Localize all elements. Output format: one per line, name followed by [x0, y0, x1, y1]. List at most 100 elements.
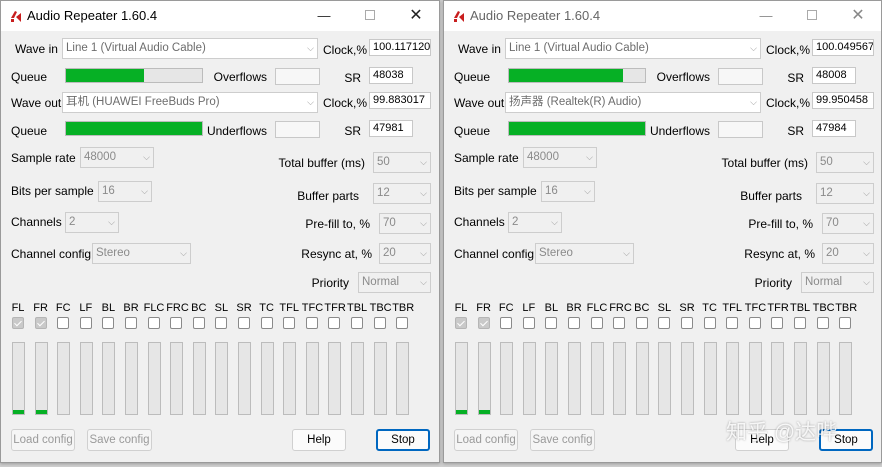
title-bar[interactable]: Audio Repeater 1.60.4 — ✕	[444, 1, 881, 31]
stop-button[interactable]: Stop	[376, 429, 430, 451]
channel-label-tc: TC	[702, 302, 717, 314]
channel-config-select[interactable]: Stereo ⌵	[92, 243, 191, 264]
channel-level-meter-fr	[34, 342, 48, 415]
sr-in-value: 48038	[369, 67, 413, 84]
channel-checkbox-fl[interactable]	[12, 317, 24, 329]
priority-label: Priority	[754, 276, 792, 290]
clock-in-value: 100.117120	[369, 39, 431, 56]
channels-label: Channels	[11, 215, 62, 229]
channel-checkbox-tbc[interactable]	[816, 317, 829, 329]
queue-in-meter	[508, 68, 646, 83]
channel-checkbox-lf[interactable]	[522, 317, 535, 329]
maximize-button[interactable]	[347, 1, 393, 31]
channel-checkbox-flc[interactable]	[147, 317, 160, 329]
channel-checkbox-sl[interactable]	[215, 317, 228, 329]
channels-select[interactable]: 2 ⌵	[65, 212, 119, 233]
prefill-select[interactable]: 70 ⌵	[822, 213, 874, 234]
sample-rate-select[interactable]: 48000 ⌵	[523, 147, 597, 168]
save-config-button[interactable]: Save config	[530, 429, 595, 451]
help-button[interactable]: Help	[292, 429, 346, 451]
channel-checkbox-sl[interactable]	[658, 317, 671, 329]
close-icon: ✕	[851, 7, 865, 24]
channel-level-meter-tfc	[305, 342, 319, 415]
channel-checkbox-tbl[interactable]	[794, 317, 806, 329]
overflows-value	[275, 68, 320, 85]
channel-checkbox-tbr[interactable]	[839, 317, 852, 329]
total-buffer-label: Total buffer (ms)	[278, 156, 365, 170]
wave-in-select[interactable]: Line 1 (Virtual Audio Cable) ⌵	[62, 38, 318, 59]
close-button[interactable]: ✕	[393, 1, 439, 31]
bits-per-sample-select[interactable]: 16 ⌵	[541, 181, 595, 202]
channel-checkbox-fr[interactable]	[477, 317, 490, 329]
minimize-button[interactable]: —	[301, 1, 347, 31]
queue-out-meter	[65, 121, 203, 136]
channel-config-select[interactable]: Stereo ⌵	[535, 243, 634, 264]
channel-checkbox-tfr[interactable]	[328, 317, 341, 329]
wave-out-select[interactable]: 扬声器 (Realtek(R) Audio) ⌵	[505, 92, 761, 113]
close-button[interactable]: ✕	[835, 1, 881, 31]
channel-checkbox-tc[interactable]	[260, 317, 273, 329]
channel-label-tbl: TBL	[790, 302, 811, 314]
title-bar[interactable]: Audio Repeater 1.60.4 — ✕	[1, 1, 439, 31]
save-config-button[interactable]: Save config	[87, 429, 152, 451]
channel-checkbox-tbc[interactable]	[373, 317, 386, 329]
total-buffer-label: Total buffer (ms)	[721, 156, 808, 170]
channel-level-meter-bc	[192, 342, 206, 415]
channel-checkbox-fc[interactable]	[57, 317, 70, 329]
channel-checkbox-sr[interactable]	[681, 317, 693, 329]
channel-checkbox-br[interactable]	[568, 317, 580, 329]
channel-checkbox-tc[interactable]	[703, 317, 716, 329]
channel-checkbox-fc[interactable]	[500, 317, 513, 329]
queue-out-label: Queue	[11, 124, 48, 138]
channel-label-bl: BL	[101, 302, 116, 314]
channel-checkbox-tfl[interactable]	[726, 317, 739, 329]
channel-level-meter-tbr	[839, 342, 853, 415]
total-buffer-select[interactable]: 50 ⌵	[816, 152, 874, 173]
channel-checkbox-lf[interactable]	[79, 317, 92, 329]
channels-select[interactable]: 2 ⌵	[508, 212, 562, 233]
sample-rate-select[interactable]: 48000 ⌵	[80, 147, 154, 168]
wave-out-select[interactable]: 耳机 (HUAWEI FreeBuds Pro) ⌵	[62, 92, 318, 113]
channel-checkbox-bl[interactable]	[102, 317, 115, 329]
chevron-down-icon: ⌵	[586, 152, 593, 162]
wave-out-label: Wave out	[454, 96, 505, 110]
load-config-button[interactable]: Load config	[11, 429, 75, 451]
total-buffer-select[interactable]: 50 ⌵	[373, 152, 431, 173]
maximize-button[interactable]	[789, 1, 835, 31]
channel-checkbox-tfc[interactable]	[748, 317, 761, 329]
channel-checkbox-bc[interactable]	[635, 317, 648, 329]
channel-checkbox-fl[interactable]	[455, 317, 467, 329]
channel-checkbox-flc[interactable]	[590, 317, 603, 329]
channel-checkbox-tbr[interactable]	[396, 317, 409, 329]
buffer-parts-select[interactable]: 12 ⌵	[373, 183, 431, 204]
underflows-value	[718, 121, 763, 138]
channel-checkbox-bl[interactable]	[545, 317, 558, 329]
buffer-parts-select[interactable]: 12 ⌵	[816, 183, 874, 204]
channel-checkbox-fr[interactable]	[34, 317, 47, 329]
chevron-down-icon: ⌵	[143, 152, 150, 162]
channel-checkbox-frc[interactable]	[613, 317, 626, 329]
channel-checkbox-tfc[interactable]	[305, 317, 318, 329]
bits-per-sample-label: Bits per sample	[454, 184, 537, 198]
channel-checkbox-tbl[interactable]	[351, 317, 363, 329]
priority-select[interactable]: Normal ⌵	[358, 272, 431, 293]
channel-checkbox-br[interactable]	[125, 317, 137, 329]
channel-label-lf: LF	[79, 302, 93, 314]
prefill-select[interactable]: 70 ⌵	[379, 213, 431, 234]
channel-checkbox-bc[interactable]	[192, 317, 205, 329]
channel-checkbox-tfl[interactable]	[283, 317, 296, 329]
channel-checkbox-frc[interactable]	[170, 317, 183, 329]
load-config-button[interactable]: Load config	[454, 429, 518, 451]
resync-select[interactable]: 20 ⌵	[822, 243, 874, 264]
minimize-button[interactable]: —	[743, 1, 789, 31]
wave-in-select[interactable]: Line 1 (Virtual Audio Cable) ⌵	[505, 38, 761, 59]
channel-checkbox-sr[interactable]	[238, 317, 250, 329]
priority-select[interactable]: Normal ⌵	[801, 272, 874, 293]
window-title: Audio Repeater 1.60.4	[470, 8, 601, 23]
bits-per-sample-select[interactable]: 16 ⌵	[98, 181, 152, 202]
resync-select[interactable]: 20 ⌵	[379, 243, 431, 264]
clock-out-label: Clock,%	[322, 96, 367, 110]
channel-label-sl: SL	[214, 302, 229, 314]
channel-checkbox-tfr[interactable]	[771, 317, 784, 329]
channel-level-fill	[13, 410, 24, 414]
